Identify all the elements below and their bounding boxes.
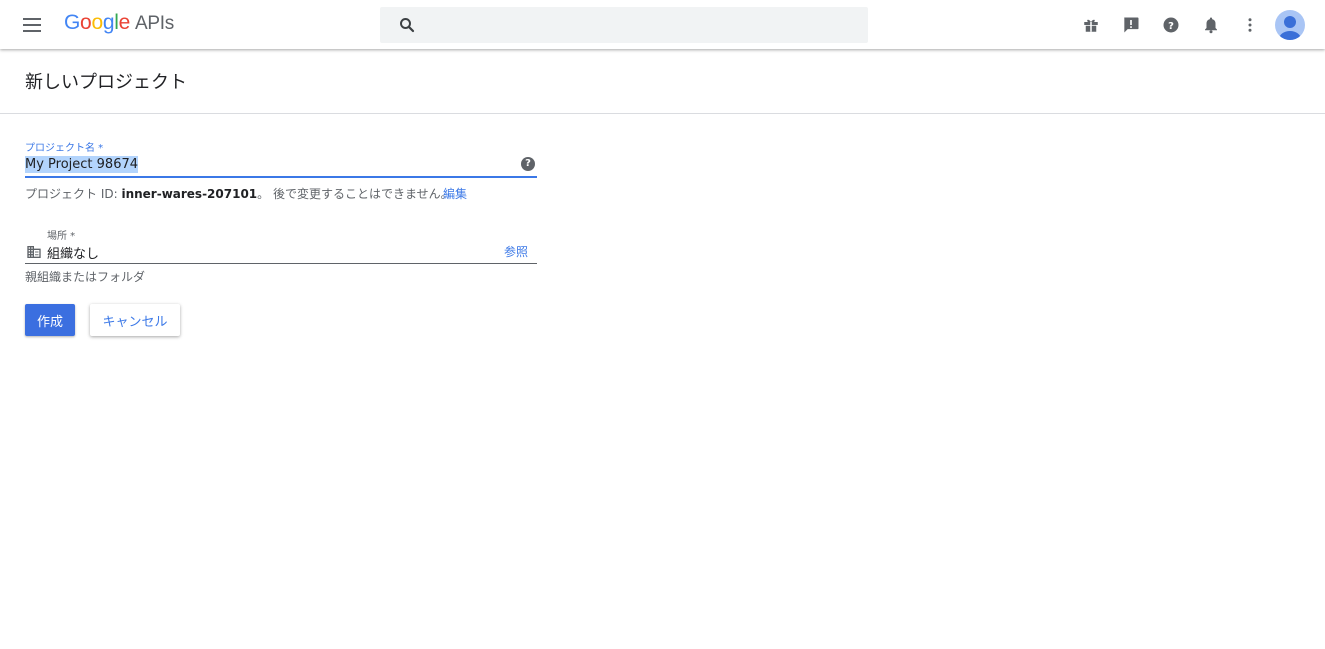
search-icon	[400, 18, 415, 33]
product-name: APIs	[134, 13, 174, 34]
notifications-icon[interactable]	[1199, 13, 1223, 37]
project-id-hint: プロジェクト ID: inner-wares-207101。 後で変更することは…	[25, 185, 453, 202]
feedback-icon[interactable]	[1119, 13, 1143, 37]
search-input[interactable]	[380, 7, 868, 43]
help-icon[interactable]: ?	[521, 157, 535, 171]
google-apis-logo[interactable]: Google APIs	[64, 11, 174, 39]
location-field[interactable]: 組織なし 参照	[25, 240, 537, 264]
more-vert-icon[interactable]	[1238, 13, 1262, 37]
gift-icon[interactable]	[1079, 13, 1103, 37]
project-id-suffix: 。 後で変更することはできません。	[257, 187, 453, 201]
menu-icon[interactable]	[14, 7, 50, 43]
location-value: 組織なし	[47, 247, 100, 262]
google-wordmark: Google	[64, 11, 130, 35]
edit-project-id-link[interactable]: 編集	[443, 185, 467, 202]
location-hint: 親組織またはフォルダ	[25, 270, 146, 284]
project-id-value: inner-wares-207101	[121, 187, 258, 201]
top-app-bar: Google APIs ?	[0, 0, 1325, 49]
building-icon	[27, 246, 41, 258]
logo-letter: o	[80, 11, 92, 34]
help-icon[interactable]: ?	[1159, 13, 1183, 37]
create-button[interactable]: 作成	[25, 304, 75, 336]
project-name-field[interactable]: My Project 98674 ?	[25, 152, 537, 178]
logo-letter: e	[118, 11, 131, 34]
account-avatar[interactable]	[1275, 10, 1305, 40]
cancel-button[interactable]: キャンセル	[90, 304, 180, 336]
logo-letter: g	[102, 11, 115, 34]
page-header: 新しいプロジェクト	[0, 49, 1325, 114]
project-id-prefix: プロジェクト ID:	[25, 187, 122, 201]
logo-letter: o	[91, 11, 103, 34]
svg-text:?: ?	[1168, 21, 1174, 32]
logo-letter: G	[64, 11, 81, 34]
browse-link[interactable]: 参照	[504, 243, 528, 260]
page-title: 新しいプロジェクト	[25, 72, 187, 93]
project-name-value[interactable]: My Project 98674	[25, 156, 139, 173]
